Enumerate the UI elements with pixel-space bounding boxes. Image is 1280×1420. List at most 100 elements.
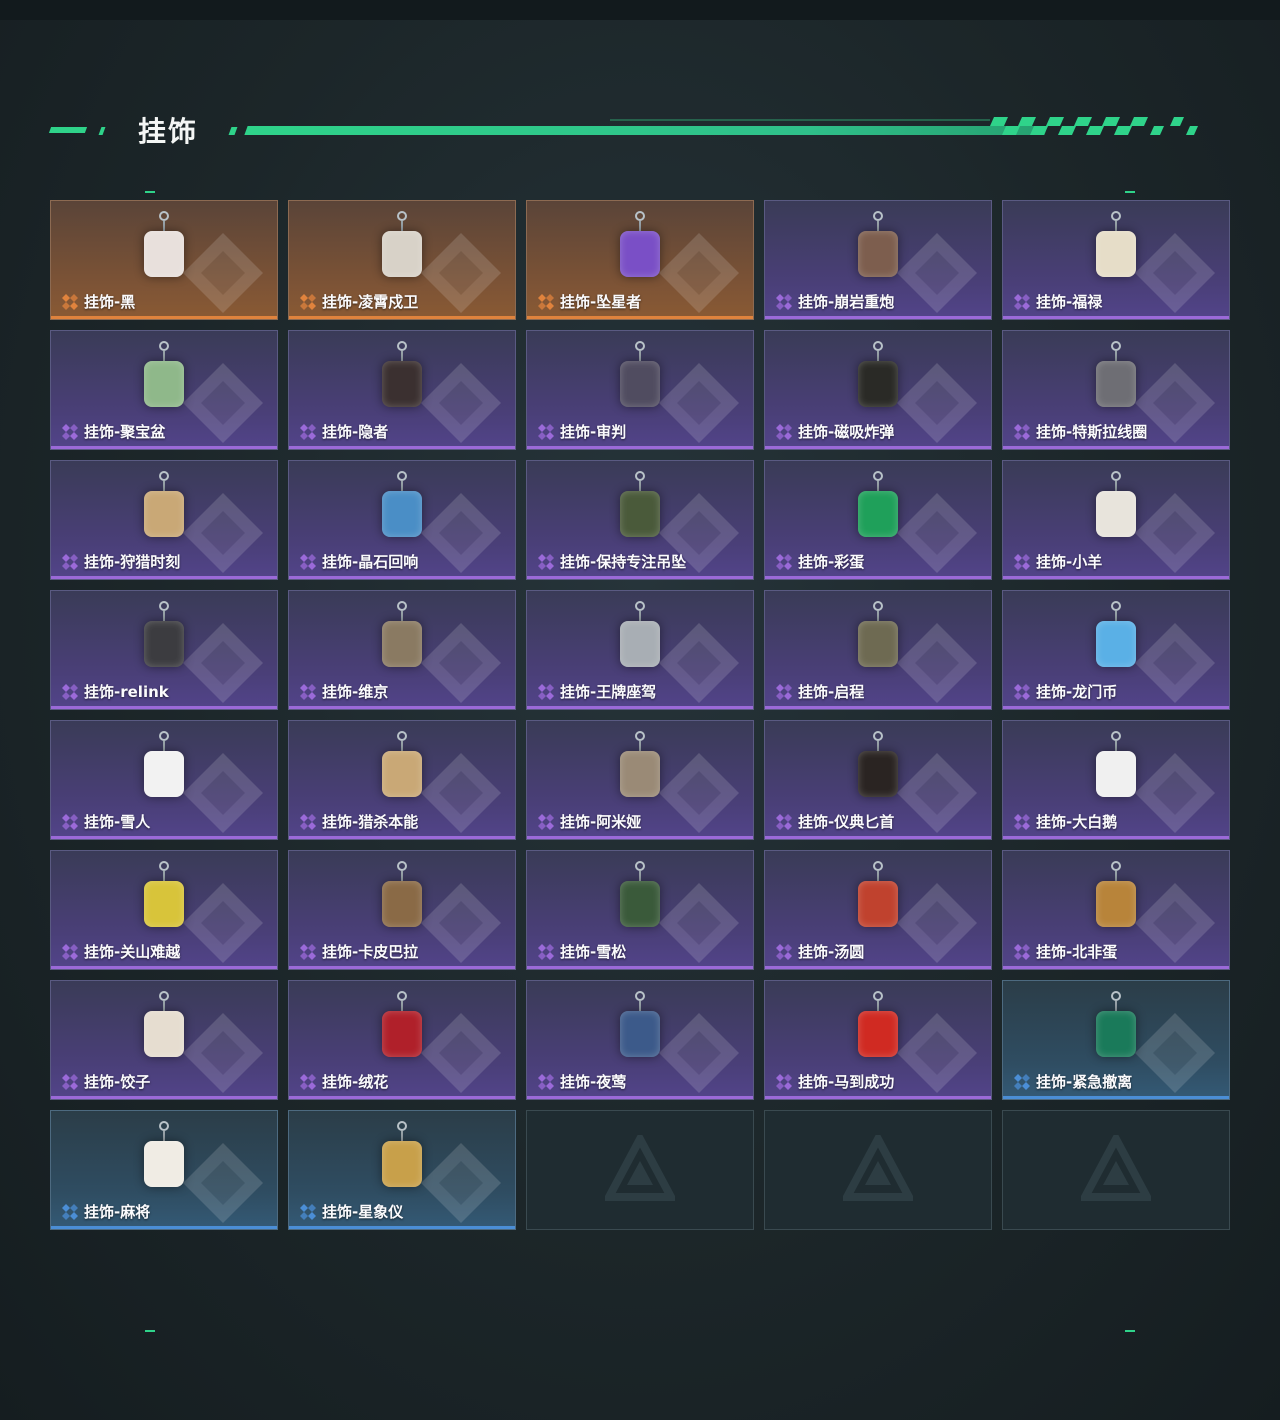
rarity-diamond-icon: [1014, 1074, 1030, 1090]
charm-card[interactable]: 挂饰-马到成功: [764, 980, 992, 1100]
charm-card[interactable]: 挂饰-凌霄戍卫: [288, 200, 516, 320]
charm-card[interactable]: 挂饰-晶石回响: [288, 460, 516, 580]
charm-label: 挂饰-大白鹅: [1036, 813, 1118, 831]
charm-label: 挂饰-猎杀本能: [322, 813, 419, 831]
charm-label: 挂饰-审判: [560, 423, 627, 441]
charm-card[interactable]: 挂饰-饺子: [50, 980, 278, 1100]
keyring-icon: [159, 601, 169, 611]
charm-card[interactable]: 挂饰-特斯拉线圈: [1002, 330, 1230, 450]
charm-gourd-icon: [1096, 231, 1136, 277]
charm-card[interactable]: 挂饰-星象仪: [288, 1110, 516, 1230]
rarity-diamond-icon: [538, 814, 554, 830]
rarity-bar: [1003, 966, 1229, 969]
keyring-icon: [397, 861, 407, 871]
keyring-icon: [873, 211, 883, 221]
charm-card[interactable]: 挂饰-启程: [764, 590, 992, 710]
charm-egg-icon: [858, 491, 898, 537]
rarity-bar: [51, 446, 277, 449]
diamond-watermark-icon: [1135, 883, 1215, 963]
charm-card[interactable]: 挂饰-维京: [288, 590, 516, 710]
charm-card[interactable]: 挂饰-阿米娅: [526, 720, 754, 840]
charm-card[interactable]: 挂饰-保持专注吊坠: [526, 460, 754, 580]
charm-coil-icon: [1096, 361, 1136, 407]
charm-label: 挂饰-福禄: [1036, 293, 1103, 311]
charm-label: 挂饰-雪松: [560, 943, 627, 961]
rarity-diamond-icon: [300, 1074, 316, 1090]
charm-card[interactable]: 挂饰-汤圆: [764, 850, 992, 970]
rarity-bar: [1003, 706, 1229, 709]
rarity-diamond-icon: [776, 1074, 792, 1090]
rarity-bar: [765, 576, 991, 579]
charm-card[interactable]: 挂饰-夜莺: [526, 980, 754, 1100]
diamond-watermark-icon: [421, 1013, 501, 1093]
charm-card[interactable]: 挂饰-坠星者: [526, 200, 754, 320]
charm-card[interactable]: 挂饰-彩蛋: [764, 460, 992, 580]
charm-label: 挂饰-马到成功: [798, 1073, 895, 1091]
charm-card[interactable]: 挂饰-雪松: [526, 850, 754, 970]
charm-card[interactable]: 挂饰-猎杀本能: [288, 720, 516, 840]
charm-card[interactable]: 挂饰-小羊: [1002, 460, 1230, 580]
charm-card[interactable]: 挂饰-关山难越: [50, 850, 278, 970]
charm-label: 挂饰-启程: [798, 683, 865, 701]
charm-label: 挂饰-崩岩重炮: [798, 293, 895, 311]
diamond-watermark-icon: [421, 1143, 501, 1223]
keyring-icon: [873, 861, 883, 871]
charm-card[interactable]: 挂饰-北非蛋: [1002, 850, 1230, 970]
rarity-diamond-icon: [776, 554, 792, 570]
rarity-diamond-icon: [300, 294, 316, 310]
charm-card[interactable]: 挂饰-雪人: [50, 720, 278, 840]
keyring-icon: [1111, 601, 1121, 611]
charm-label: 挂饰-磁吸炸弹: [798, 423, 895, 441]
delta-logo-icon: [1081, 1135, 1151, 1201]
diamond-watermark-icon: [659, 1013, 739, 1093]
charm-antlers-icon: [144, 491, 184, 537]
charm-card[interactable]: 挂饰-聚宝盆: [50, 330, 278, 450]
charm-label: 挂饰-汤圆: [798, 943, 865, 961]
diamond-watermark-icon: [183, 493, 263, 573]
charm-label: 挂饰-特斯拉线圈: [1036, 423, 1148, 441]
diamond-watermark-icon: [897, 753, 977, 833]
charm-card[interactable]: 挂饰-龙门币: [1002, 590, 1230, 710]
charm-card[interactable]: 挂饰-绒花: [288, 980, 516, 1100]
rarity-diamond-icon: [300, 814, 316, 830]
diamond-watermark-icon: [897, 623, 977, 703]
header-accent-bar: [48, 127, 88, 133]
keyring-icon: [159, 731, 169, 741]
keyring-icon: [1111, 341, 1121, 351]
rarity-bar: [765, 316, 991, 319]
charm-scroll-icon: [144, 881, 184, 927]
charm-card[interactable]: 挂饰-黑: [50, 200, 278, 320]
charm-card[interactable]: 挂饰-磁吸炸弹: [764, 330, 992, 450]
rarity-bar: [765, 446, 991, 449]
charm-card[interactable]: 挂饰-狩猎时刻: [50, 460, 278, 580]
charm-card[interactable]: 挂饰-紧急撤离: [1002, 980, 1230, 1100]
charm-card[interactable]: 挂饰-大白鹅: [1002, 720, 1230, 840]
charm-label: 挂饰-聚宝盆: [84, 423, 166, 441]
rarity-diamond-icon: [776, 424, 792, 440]
keyring-icon: [397, 731, 407, 741]
diamond-watermark-icon: [897, 1013, 977, 1093]
diamond-watermark-icon: [183, 753, 263, 833]
charm-sheep-icon: [1096, 491, 1136, 537]
charm-card[interactable]: 挂饰-崩岩重炮: [764, 200, 992, 320]
charm-card[interactable]: 挂饰-审判: [526, 330, 754, 450]
keyring-icon: [159, 991, 169, 1001]
charm-label: 挂饰-阿米娅: [560, 813, 642, 831]
charm-label: 挂饰-龙门币: [1036, 683, 1118, 701]
charm-label: 挂饰-雪人: [84, 813, 151, 831]
empty-slot: [764, 1110, 992, 1230]
diamond-watermark-icon: [421, 493, 501, 573]
charm-card[interactable]: 挂饰-王牌座驾: [526, 590, 754, 710]
charm-jet-icon: [620, 621, 660, 667]
rarity-diamond-icon: [62, 294, 78, 310]
charm-card[interactable]: 挂饰-仪典匕首: [764, 720, 992, 840]
charm-label: 挂饰-小羊: [1036, 553, 1103, 571]
rarity-bar: [765, 966, 991, 969]
charm-card[interactable]: 挂饰-卡皮巴拉: [288, 850, 516, 970]
charm-card[interactable]: 挂饰-福禄: [1002, 200, 1230, 320]
charm-card[interactable]: 挂饰-relink: [50, 590, 278, 710]
charm-card[interactable]: 挂饰-麻将: [50, 1110, 278, 1230]
rarity-diamond-icon: [1014, 294, 1030, 310]
charm-label: 挂饰-星象仪: [322, 1203, 404, 1221]
charm-card[interactable]: 挂饰-隐者: [288, 330, 516, 450]
